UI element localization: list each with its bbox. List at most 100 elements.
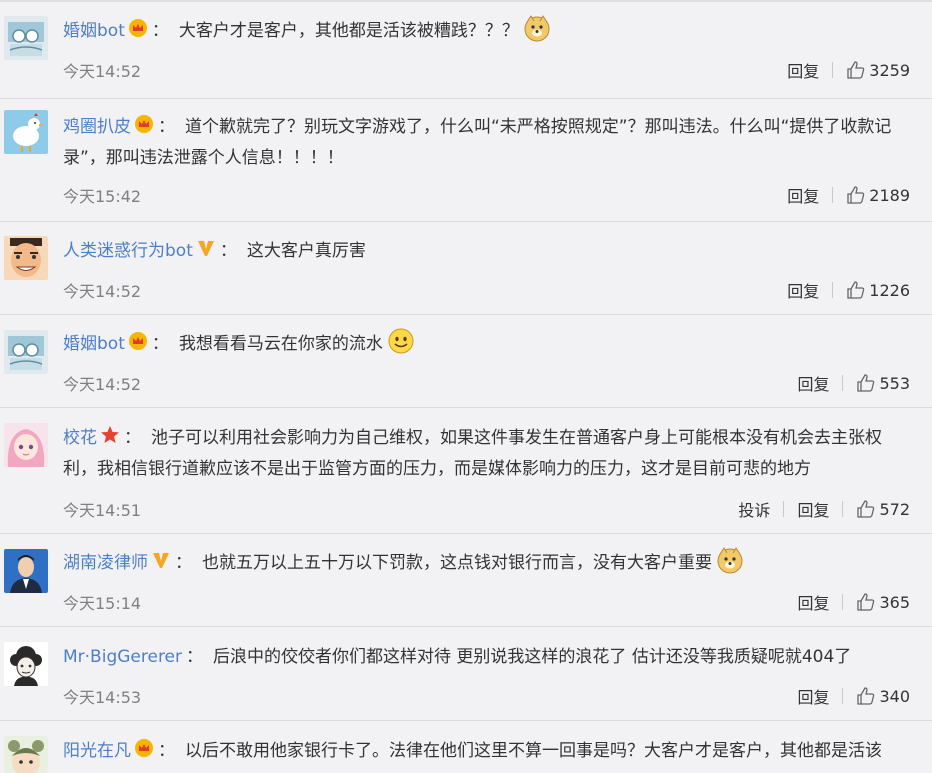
like-count: 365 [879,592,910,612]
username-link[interactable]: 阳光在凡 [63,741,131,761]
username-link[interactable]: 湖南凌律师 [63,553,148,573]
crown-icon [134,114,154,134]
thumbs-up-icon [857,687,875,705]
comment-body: 道个歉就完了？别玩文字游戏了，什么叫“未严格按照规定”？那叫违法。什么叫“提供了… [185,117,892,137]
comment-text-line: 录”，那叫违法泄露个人信息！！！！ [63,143,924,174]
like-button[interactable]: 365 [856,592,910,612]
reply-button[interactable]: 回复 [797,497,829,521]
username-link[interactable]: 婚姻bot [63,21,125,41]
comment-divider [0,533,932,534]
comment-actions: 回复 3259 [787,58,910,82]
username-link[interactable]: Mr·BigGererer [63,647,182,667]
action-separator [842,594,844,610]
top-edge-divider [0,0,932,2]
username-link[interactable]: 校花 [63,428,97,448]
comment-divider [0,314,932,315]
reply-button[interactable]: 回复 [787,278,819,302]
comment-divider [0,626,932,627]
comment-timestamp: 今天14:52 [63,282,142,301]
like-button[interactable]: 1226 [846,280,910,300]
reply-button[interactable]: 回复 [797,590,829,614]
like-button[interactable]: 572 [856,499,910,519]
user-avatar[interactable] [4,330,48,374]
smile-emoji-icon [387,327,415,355]
comment-actions: 回复 340 [797,684,910,708]
comment-divider [0,98,932,99]
like-count: 553 [879,373,910,393]
action-separator [832,62,834,78]
comment-text-line: 校花：池子可以利用社会影响力为自己维权，如果这件事发生在普通客户身上可能根本没有… [63,423,924,454]
username-link[interactable]: 人类迷惑行为bot [63,241,193,261]
thumbs-up-icon [857,374,875,392]
comment-text-line: 鸡圈扒皮：道个歉就完了？别玩文字游戏了，什么叫“未严格按照规定”？那叫违法。什么… [63,112,924,143]
comment-text-line: 婚姻bot：大客户才是客户，其他都是活该被糟践？？？ [63,14,924,47]
thumbs-up-icon [847,186,865,204]
like-button[interactable]: 553 [856,373,910,393]
crown-icon [128,18,148,38]
comment-divider [0,720,932,721]
thumbs-up-icon [847,61,865,79]
comment-text-line: 利，我相信银行道歉应该不是出于监管方面的压力，而是媒体影响力的压力，这才是目前可… [63,454,924,485]
comment-body: 后浪中的佼佼者你们都这样对待 更别说我这样的浪花了 估计还没等我质疑呢就404了 [213,647,852,667]
like-count: 3259 [869,60,910,80]
like-button[interactable]: 2189 [846,185,910,205]
comment-body-continued: 利，我相信银行道歉应该不是出于监管方面的压力，而是媒体影响力的压力，这才是目前可… [63,459,811,479]
thumbs-up-icon [857,500,875,518]
action-separator [842,501,844,517]
like-button[interactable]: 340 [856,686,910,706]
comment-timestamp: 今天15:14 [63,594,142,613]
comment-text-line: 阳光在凡：以后不敢用他家银行卡了。法律在他们这里不算一回事是吗？大客户才是客户，… [63,736,924,767]
comment-actions: 回复 2189 [787,183,910,207]
comment-actions: 回复 1226 [787,278,910,302]
user-avatar[interactable] [4,236,48,280]
user-avatar[interactable] [4,16,48,60]
like-count: 2189 [869,185,910,205]
user-avatar[interactable] [4,642,48,686]
thumbs-up-icon [857,593,875,611]
comment-body: 我想看看马云在你家的流水 [178,334,383,354]
comment-timestamp: 今天14:52 [63,62,142,81]
user-avatar[interactable] [4,549,48,593]
doge-emoji-icon [716,546,744,574]
star-icon [100,425,120,445]
username-link[interactable]: 鸡圈扒皮 [63,117,131,137]
reply-button[interactable]: 回复 [797,684,829,708]
comment-body: 大客户才是客户，其他都是活该被糟践？？？ [178,21,519,41]
action-separator [832,187,834,203]
action-separator [842,688,844,704]
report-button[interactable]: 投诉 [738,497,770,521]
doge-emoji-icon [523,14,551,42]
comment-timestamp: 今天14:53 [63,688,142,707]
username-link[interactable]: 婚姻bot [63,334,125,354]
comment-actions: 回复 365 [797,590,910,614]
like-count: 1226 [869,280,910,300]
crown-icon [128,331,148,351]
action-separator [832,282,834,298]
comment-timestamp: 今天14:52 [63,375,142,394]
user-avatar[interactable] [4,110,48,154]
action-separator [842,375,844,391]
like-count: 340 [879,686,910,706]
comment-actions: 回复 553 [797,371,910,395]
user-avatar[interactable] [4,423,48,467]
reply-button[interactable]: 回复 [787,58,819,82]
comment-body: 这大客户真厉害 [246,241,366,261]
like-button[interactable]: 3259 [846,60,910,80]
user-avatar[interactable] [4,736,48,773]
thumbs-up-icon [847,281,865,299]
comment-timestamp: 今天14:51 [63,501,142,520]
reply-button[interactable]: 回复 [787,183,819,207]
comment-text-line: 婚姻bot：我想看看马云在你家的流水 [63,327,924,360]
verified-v-icon [151,550,171,570]
comment-timestamp: 今天15:42 [63,187,142,206]
like-count: 572 [879,499,910,519]
action-separator [783,501,785,517]
comment-actions: 投诉 回复 572 [738,497,910,521]
comment-divider [0,221,932,222]
comment-body: 以后不敢用他家银行卡了。法律在他们这里不算一回事是吗？大客户才是客户，其他都是活… [185,741,882,761]
comment-body: 也就五万以上五十万以下罚款，这点钱对银行而言，没有大客户重要 [202,553,712,573]
crown-icon [134,738,154,758]
reply-button[interactable]: 回复 [797,371,829,395]
comment-text-line: 人类迷惑行为bot：这大客户真厉害 [63,236,924,267]
comment-body-continued: 录”，那叫违法泄露个人信息！！！！ [63,148,344,168]
